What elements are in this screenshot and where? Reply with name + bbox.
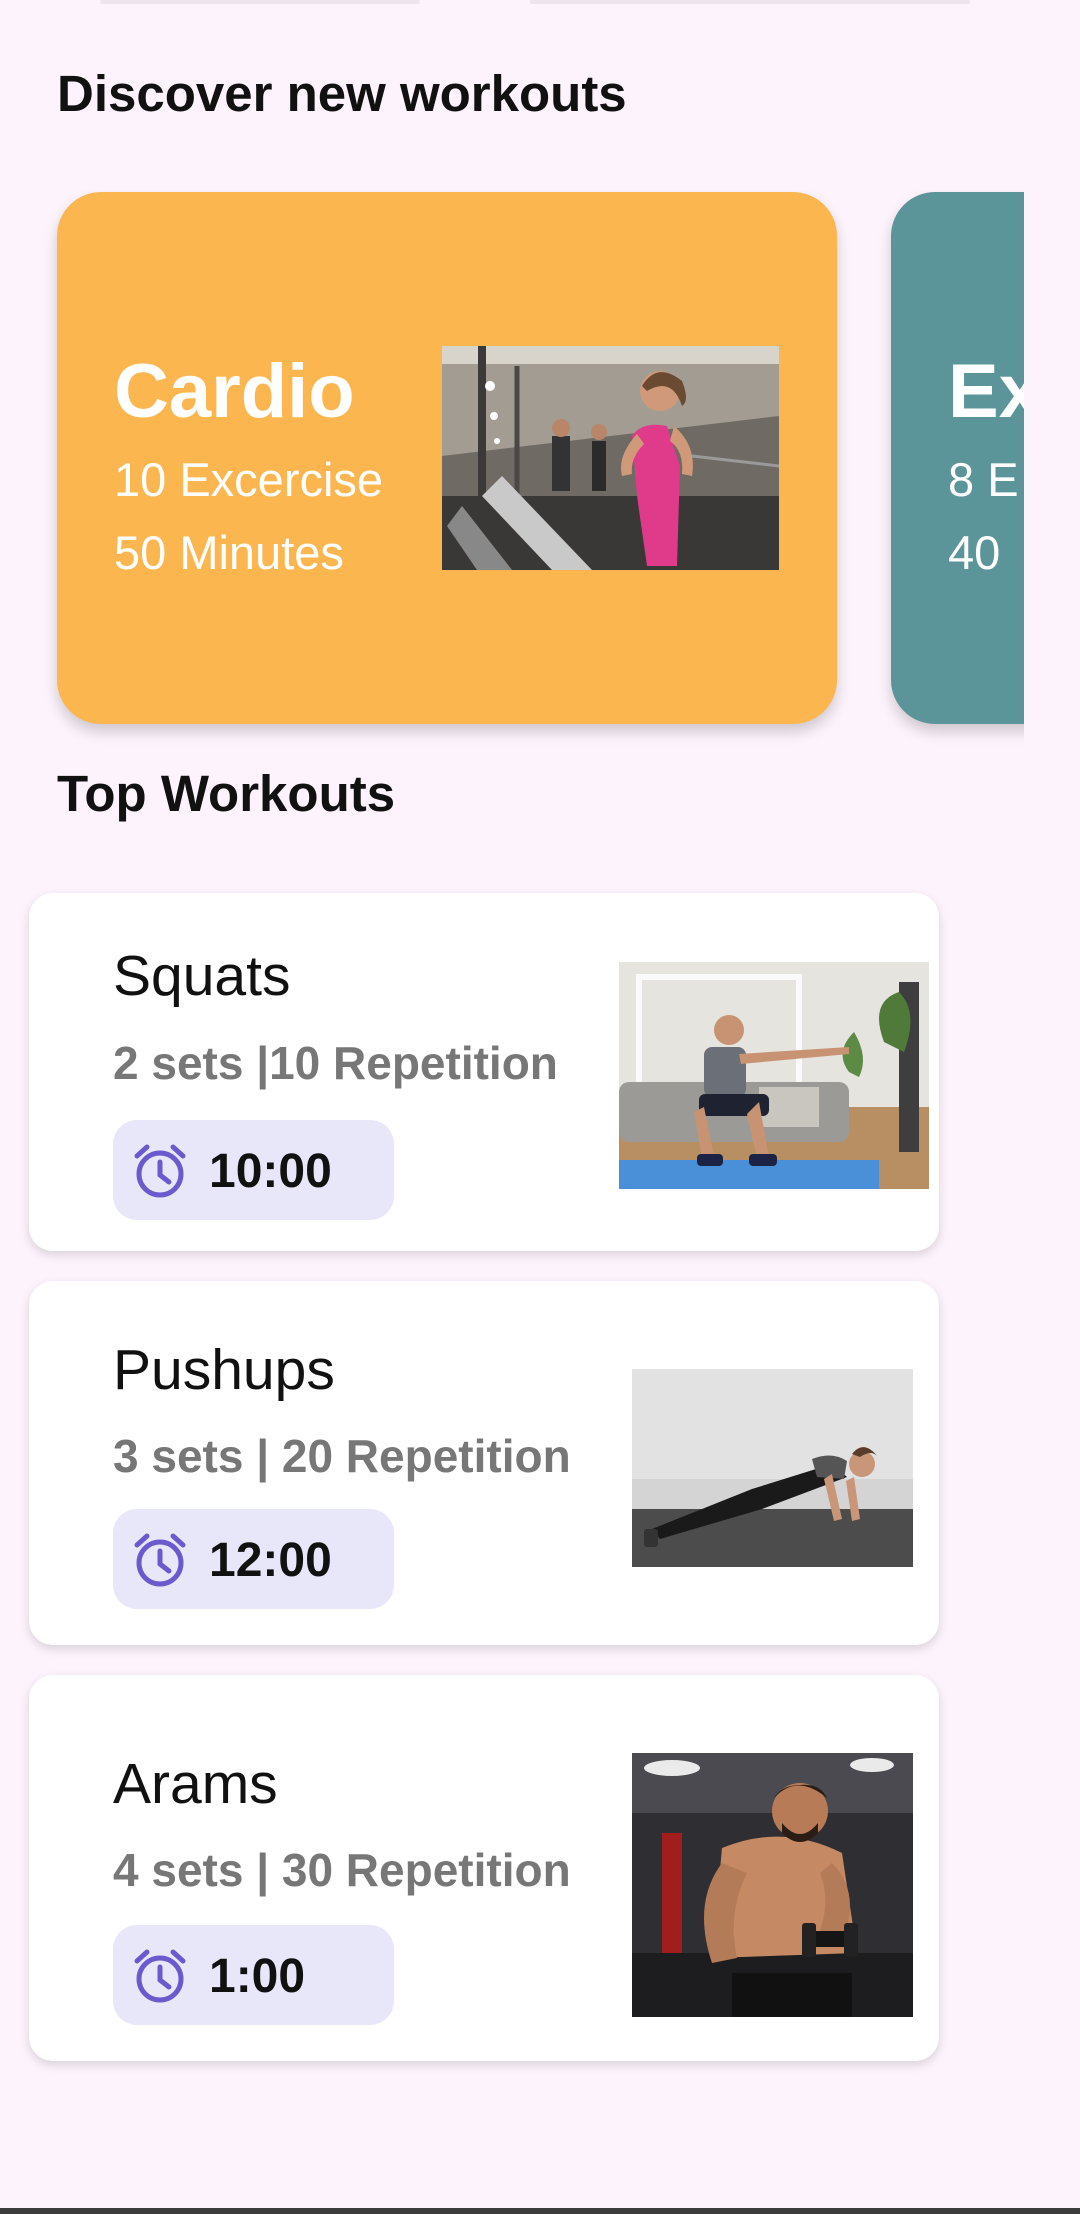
workout-time: 10:00	[209, 1145, 332, 1198]
workout-duration-badge: 12:00	[113, 1509, 394, 1609]
category-exercise-count: 8 E	[948, 453, 1019, 506]
category-exercise-count: 10 Excercise	[114, 453, 384, 506]
cardio-treadmill-image	[442, 346, 779, 570]
category-name: Cardio	[114, 349, 355, 434]
workout-card-pushups[interactable]: Pushups 3 sets | 20 Repetition 12:00	[29, 1281, 939, 1645]
category-name: Ex	[948, 349, 1024, 434]
workout-category-carousel[interactable]: Cardio 10 Excercise 50 Minutes Ex 8 E 40	[0, 190, 1024, 750]
workout-duration-badge: 10:00	[113, 1120, 394, 1220]
workout-card-squats[interactable]: Squats 2 sets |10 Repetition 10:00	[29, 893, 939, 1251]
workout-duration-badge: 1:00	[113, 1925, 394, 2025]
category-card-cardio[interactable]: Cardio 10 Excercise 50 Minutes	[57, 192, 837, 724]
alarm-clock-icon	[134, 1144, 186, 1198]
pushups-image	[632, 1369, 913, 1567]
workout-sets-reps: 4 sets | 30 Repetition	[113, 1844, 571, 1896]
category-duration: 40	[948, 526, 1001, 579]
scrolled-content-edge	[0, 0, 1080, 6]
workout-name: Pushups	[113, 1338, 335, 1402]
category-card-second[interactable]: Ex 8 E 40	[891, 192, 1024, 724]
workout-time: 12:00	[209, 1534, 332, 1587]
workout-sets-reps: 3 sets | 20 Repetition	[113, 1430, 571, 1482]
workout-time: 1:00	[209, 1950, 306, 2003]
workout-card-arams[interactable]: Arams 4 sets | 30 Repetition 1:00	[29, 1675, 939, 2061]
alarm-clock-icon	[134, 1949, 186, 2003]
workout-sets-reps: 2 sets |10 Repetition	[113, 1037, 558, 1089]
alarm-clock-icon	[134, 1533, 186, 1587]
discover-section-title: Discover new workouts	[57, 65, 627, 122]
workout-name: Squats	[113, 944, 291, 1008]
squats-image	[619, 962, 929, 1189]
arms-dumbbell-image	[632, 1753, 913, 2017]
workout-name: Arams	[113, 1752, 278, 1816]
top-workouts-title: Top Workouts	[57, 765, 396, 822]
category-duration: 50 Minutes	[114, 526, 344, 579]
system-navigation-bar-edge	[0, 2208, 1080, 2214]
